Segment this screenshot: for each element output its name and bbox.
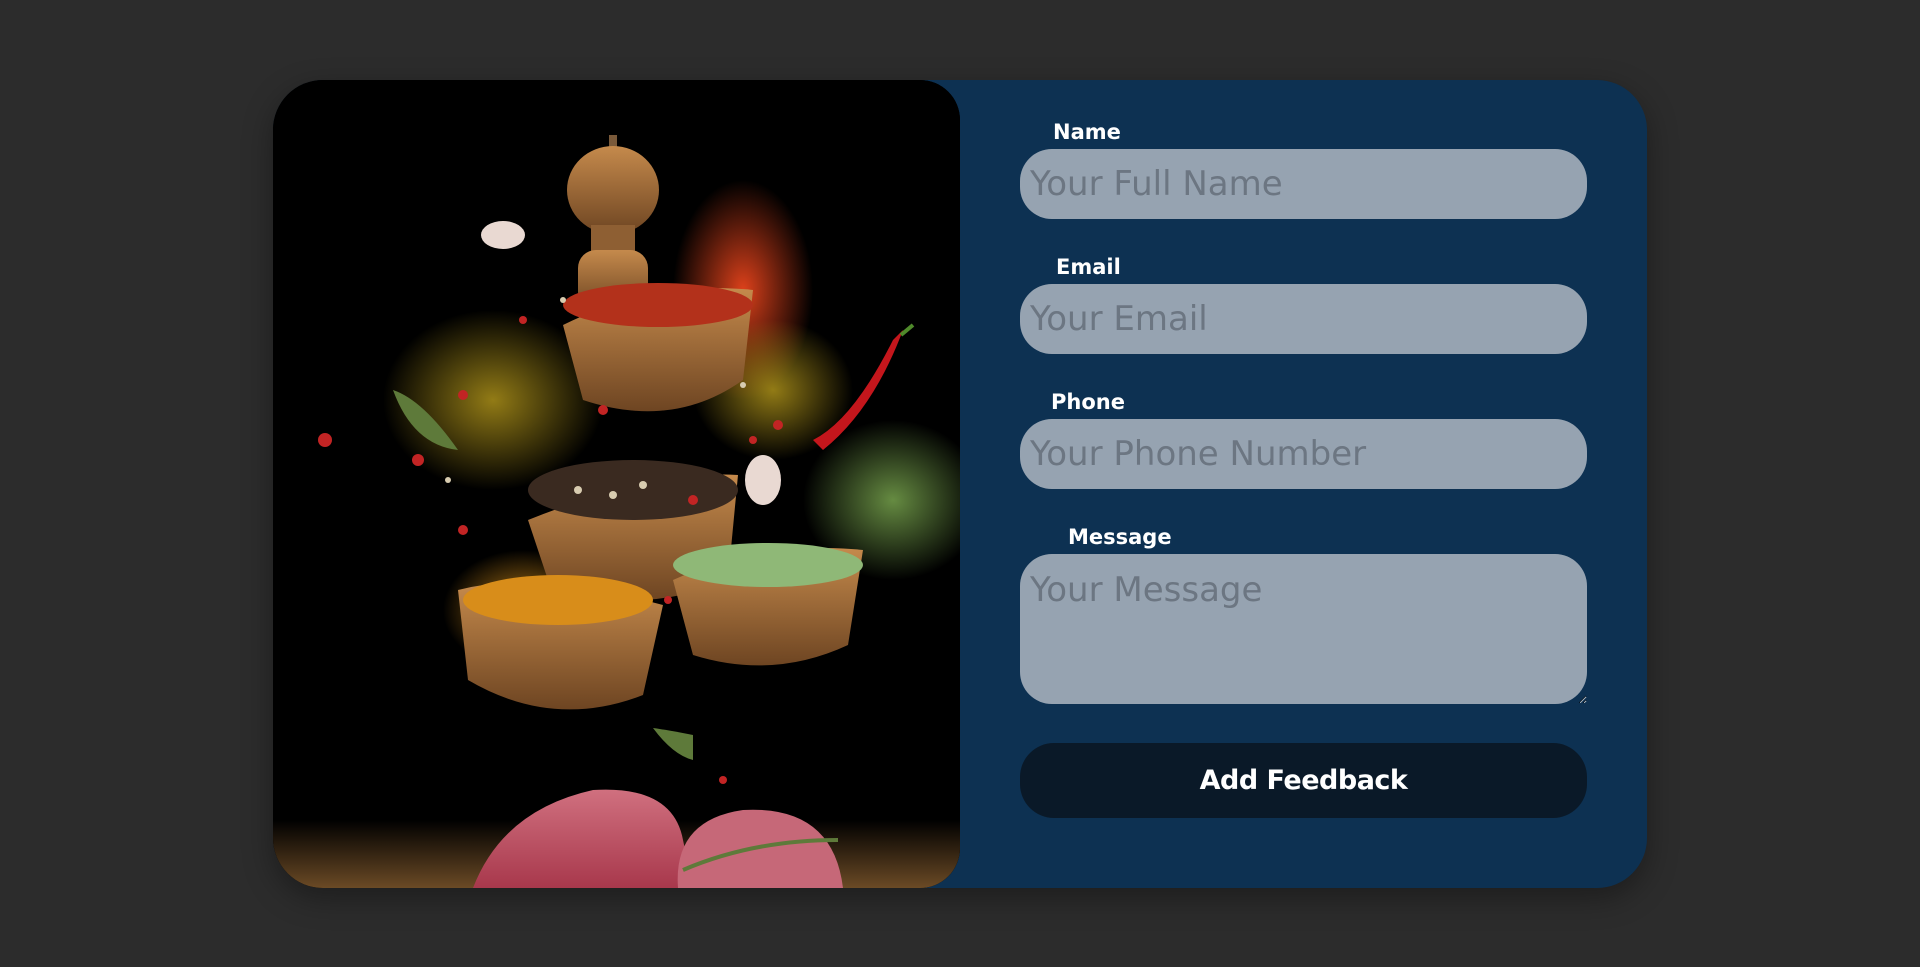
email-label: Email: [1056, 255, 1121, 279]
add-feedback-button[interactable]: Add Feedback: [1020, 743, 1587, 818]
message-label: Message: [1068, 525, 1172, 549]
spices-illustration: [273, 80, 960, 888]
bowl-green: [673, 543, 863, 666]
feedback-card: Name Email Phone Message Add Feedback: [273, 80, 1647, 888]
name-label: Name: [1053, 120, 1121, 144]
spices-photo: [273, 80, 960, 888]
name-input[interactable]: [1020, 149, 1587, 219]
phone-label: Phone: [1051, 390, 1125, 414]
message-textarea[interactable]: [1020, 554, 1587, 704]
bowl-turmeric: [458, 575, 663, 710]
feedback-form: Name Email Phone Message Add Feedback: [1020, 80, 1587, 888]
email-input[interactable]: [1020, 284, 1587, 354]
phone-input[interactable]: [1020, 419, 1587, 489]
